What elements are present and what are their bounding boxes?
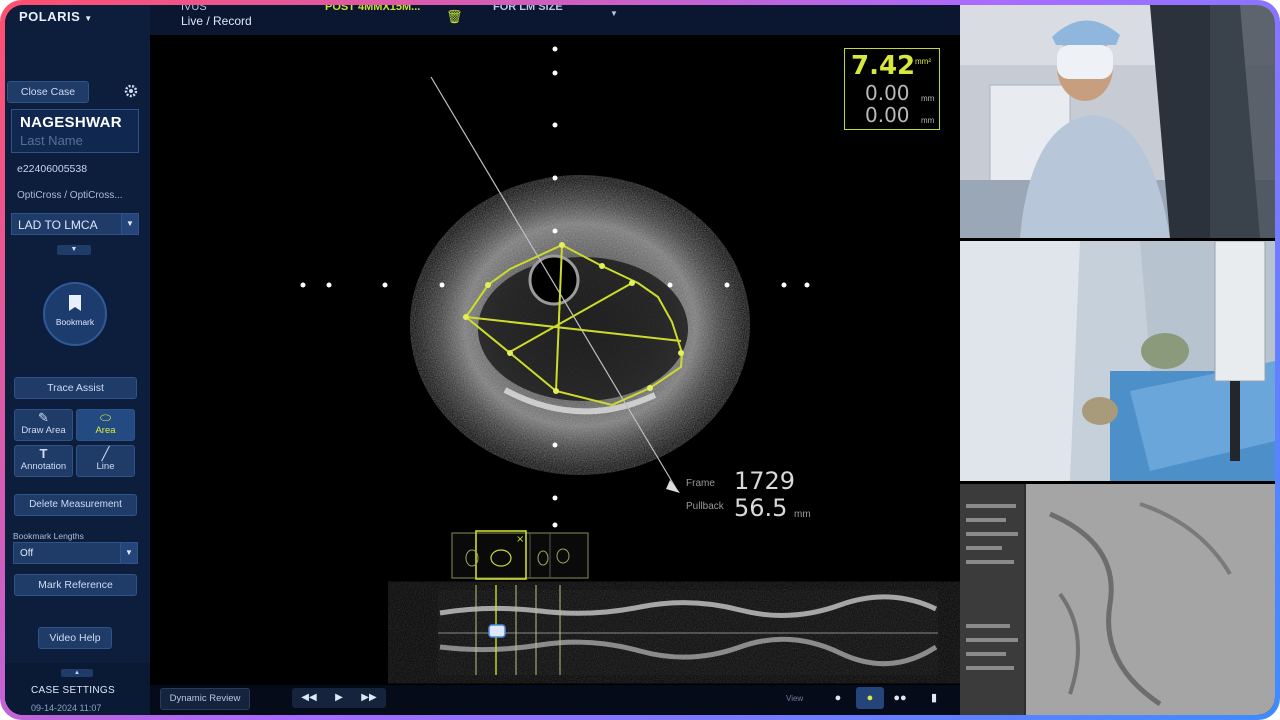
case-date: 09-14-2024 11:07 [31, 703, 102, 713]
pullback-name[interactable]: POST 4MMX15M... [325, 5, 420, 13]
chevron-down-icon: ▼ [121, 214, 138, 234]
line-icon: ╱ [101, 446, 110, 461]
bookmark-lengths-label: Bookmark Lengths [13, 531, 84, 541]
playhead-handle [488, 624, 506, 638]
area-tool[interactable]: ⬭ Area [76, 409, 135, 441]
chevron-down-icon: ▼ [120, 543, 137, 563]
case-settings-panel: ▲ CASE SETTINGS 09-14-2024 11:07 [5, 663, 150, 715]
play-icon[interactable]: ▶ [324, 688, 354, 708]
mode-label: IVUS [181, 5, 207, 13]
bookmark-icon [69, 295, 81, 311]
view-label: View [786, 694, 804, 703]
angiography-monitor [960, 484, 1275, 715]
lumen [478, 257, 688, 401]
frame-value: 1729 [734, 467, 796, 495]
close-case-button[interactable]: Close Case [7, 81, 89, 103]
svg-text:×: × [516, 534, 524, 545]
catheter-device: OptiCross / OptiCross... [17, 190, 123, 201]
vessel-select[interactable]: LAD TO LMCA ▼ [11, 213, 139, 235]
area-icon: ⬭ [99, 410, 112, 425]
patient-id: e22406005538 [17, 163, 88, 175]
settings-icon[interactable] [123, 83, 139, 99]
patient-last-name-placeholder: Last Name [20, 133, 83, 148]
left-sidebar: POLARIS ▼ Close Case NAGESHWAR Last Name … [5, 5, 150, 715]
area-label: Area [95, 425, 116, 436]
bookmark-lengths-value: Off [20, 548, 34, 559]
screen: POLARIS ▼ Close Case NAGESHWAR Last Name … [5, 5, 1275, 715]
frame-thumbnails[interactable]: × [451, 530, 589, 580]
vessel-select-value: LAD TO LMCA [18, 218, 98, 232]
brand-menu[interactable]: POLARIS ▼ [19, 9, 93, 24]
fast-forward-icon[interactable]: ▶▶ [354, 688, 384, 708]
trace-assist-button[interactable]: Trace Assist [14, 377, 137, 399]
annotation-label: Annotation [20, 461, 67, 472]
trash-icon[interactable]: 🗑 [446, 9, 463, 25]
area-value: 7.42 [851, 51, 916, 81]
size-label[interactable]: FOR LM SIZE [493, 5, 563, 13]
expand-handle[interactable]: ▲ [61, 669, 93, 677]
top-bar: IVUS Live / Record POST 4MMX15M... 🗑 FOR… [150, 5, 960, 35]
live-record-label[interactable]: Live / Record [181, 14, 252, 28]
draw-area-tool[interactable]: ✎ Draw Area [14, 409, 73, 441]
ivus-cross-section[interactable]: × [150, 35, 960, 685]
video-help-button[interactable]: Video Help [38, 627, 112, 649]
cath-lab-camera-table [960, 241, 1275, 481]
bookmark-button[interactable]: Bookmark [43, 282, 107, 346]
bookmark-label: Bookmark [55, 317, 95, 327]
pullback-unit: mm [794, 509, 811, 520]
pullback-value: 56.5 [734, 494, 788, 522]
chevron-down-icon[interactable]: ▼ [610, 9, 618, 18]
text-icon: T [39, 446, 48, 461]
patient-name-field[interactable]: NAGESHWAR Last Name [11, 109, 139, 153]
pullback-label: Pullback [686, 501, 724, 512]
bookmark-view-icon[interactable]: ▮ [920, 687, 948, 709]
draw-area-label: Draw Area [21, 425, 66, 436]
playback-controls: Dynamic Review ◀◀ ▶ ▶▶ View ● ● ●● ▮ [150, 685, 960, 715]
player-controls: ◀◀ ▶ ▶▶ [292, 688, 386, 708]
diameter-max-value: 0.00 [865, 103, 910, 127]
longitudinal-view[interactable] [438, 585, 938, 675]
line-label: Line [96, 461, 115, 472]
diameter-min-value: 0.00 [865, 81, 910, 105]
mark-reference-button[interactable]: Mark Reference [14, 574, 137, 596]
rewind-icon[interactable]: ◀◀ [294, 688, 324, 708]
dynamic-review-button[interactable]: Dynamic Review [160, 688, 250, 710]
area-unit: mm² [915, 57, 931, 66]
line-tool[interactable]: ╱ Line [76, 445, 135, 477]
collapse-handle[interactable]: ▼ [57, 245, 91, 255]
frame-label: Frame [686, 478, 715, 489]
diameter-max-unit: mm [921, 116, 935, 125]
patient-first-name: NAGESHWAR [20, 114, 122, 131]
catheter [528, 254, 580, 306]
cut-plane-arrow [666, 480, 680, 493]
ivus-image-area[interactable]: × 7.42 mm² 0.00 mm 0.00 mm Frame 1729 Pu… [150, 35, 960, 685]
case-settings-button[interactable]: CASE SETTINGS [31, 685, 115, 696]
split-view-icon[interactable]: ●● [886, 687, 914, 709]
single-view-icon[interactable]: ● [824, 687, 852, 709]
chevron-down-icon: ▼ [84, 14, 93, 23]
annotation-tool[interactable]: T Annotation [14, 445, 73, 477]
bookmark-lengths-select[interactable]: Off ▼ [13, 542, 138, 564]
measurement-readout: 7.42 mm² 0.00 mm 0.00 mm [844, 48, 940, 130]
cath-lab-camera-operator [960, 5, 1275, 238]
measurement-view-icon[interactable]: ● [856, 687, 884, 709]
delete-measurement-button[interactable]: Delete Measurement [14, 494, 137, 516]
brand-label: POLARIS [19, 9, 81, 24]
app-frame: POLARIS ▼ Close Case NAGESHWAR Last Name … [0, 0, 1280, 720]
draw-area-icon: ✎ [38, 410, 49, 425]
diameter-min-unit: mm [921, 94, 935, 103]
